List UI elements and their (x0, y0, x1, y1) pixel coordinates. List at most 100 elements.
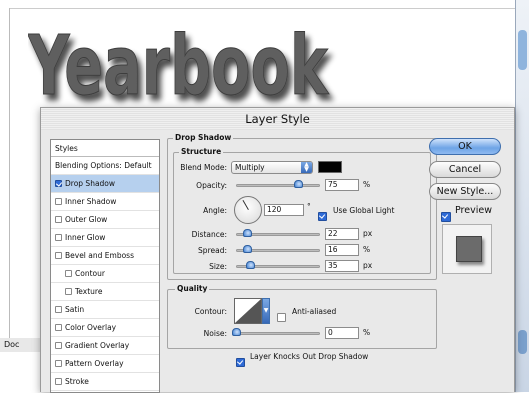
styles-list-item-label: Inner Glow (65, 233, 106, 242)
anti-aliased-label: Anti-aliased (292, 307, 337, 316)
style-enable-checkbox[interactable] (55, 324, 62, 331)
knockout-box[interactable] (236, 358, 245, 367)
shadow-color-swatch[interactable] (318, 161, 342, 173)
anti-aliased-checkbox[interactable] (277, 306, 289, 325)
structure-title: Structure (179, 147, 224, 156)
size-label: Size: (209, 262, 227, 271)
styles-list-rows: Blending Options: Default Drop Shadow Inne… (51, 157, 159, 391)
style-enable-checkbox[interactable] (55, 180, 62, 187)
spread-unit: % (363, 245, 371, 254)
styles-list: Styles Blending Options: Default Drop Sha… (50, 139, 160, 393)
canvas-edge-top (9, 8, 515, 9)
chevron-updown-icon: ▲ ▼ (301, 162, 312, 173)
scroll-thumb-bottom[interactable] (518, 330, 527, 354)
styles-list-item-label: Drop Shadow (65, 179, 116, 188)
styles-list-item[interactable]: Drop Shadow (51, 175, 159, 193)
scroll-thumb-top[interactable] (518, 30, 527, 70)
quality-title: Quality (175, 284, 210, 293)
styles-list-item[interactable]: Inner Shadow (51, 193, 159, 211)
knockout-checkbox[interactable] (236, 351, 248, 370)
preview-label: Preview (455, 205, 492, 216)
styles-list-header[interactable]: Styles (51, 140, 159, 157)
style-enable-checkbox[interactable] (55, 360, 62, 367)
contour-label: Contour: (194, 307, 227, 316)
styles-list-item-label: Outer Glow (65, 215, 108, 224)
styles-list-item[interactable]: Satin (51, 301, 159, 319)
style-enable-checkbox[interactable] (55, 306, 62, 313)
use-global-light-box[interactable] (318, 212, 327, 221)
contour-picker[interactable] (234, 298, 262, 324)
distance-input[interactable]: 22 (325, 228, 359, 240)
styles-list-item[interactable]: Blending Options: Default (51, 157, 159, 175)
size-unit: px (363, 261, 373, 270)
blend-mode-select[interactable]: Multiply ▲ ▼ (231, 161, 313, 174)
noise-slider[interactable] (236, 332, 320, 335)
distance-slider-thumb[interactable] (243, 229, 252, 237)
angle-label: Angle: (203, 206, 227, 215)
styles-list-item[interactable]: Texture (51, 283, 159, 301)
preview-box-check[interactable] (441, 212, 451, 222)
size-slider-thumb[interactable] (246, 261, 255, 269)
document-status-label: Doc (0, 338, 40, 352)
blend-mode-value: Multiply (235, 163, 265, 172)
styles-list-item[interactable]: Contour (51, 265, 159, 283)
opacity-label: Opacity: (196, 181, 227, 190)
opacity-slider[interactable] (236, 184, 320, 187)
opacity-unit: % (363, 180, 371, 189)
noise-input[interactable]: 0 (325, 327, 359, 339)
cancel-button[interactable]: Cancel (429, 161, 501, 178)
right-scrollbar[interactable] (515, 0, 529, 392)
use-global-light-label: Use Global Light (333, 206, 395, 215)
style-enable-checkbox[interactable] (65, 288, 72, 295)
styles-list-item[interactable]: Stroke (51, 373, 159, 391)
styles-list-item-label: Satin (65, 305, 85, 314)
style-enable-checkbox[interactable] (55, 216, 62, 223)
blend-mode-label: Blend Mode: (180, 163, 227, 172)
style-enable-checkbox[interactable] (55, 378, 62, 385)
style-enable-checkbox[interactable] (55, 252, 62, 259)
anti-aliased-box[interactable] (277, 313, 286, 322)
noise-unit: % (363, 328, 371, 337)
ok-button[interactable]: OK (429, 138, 501, 155)
layer-style-dialog: Layer Style Styles Blending Options: Def… (40, 107, 515, 393)
quality-group (167, 289, 437, 349)
styles-list-item[interactable]: Bevel and Emboss (51, 247, 159, 265)
styles-list-item-label: Blending Options: Default (55, 161, 152, 170)
size-input[interactable]: 35 (325, 260, 359, 272)
angle-input[interactable]: 120 (264, 204, 304, 216)
spread-slider-thumb[interactable] (243, 245, 252, 253)
preview-checkbox[interactable] (441, 206, 454, 225)
noise-slider-thumb[interactable] (232, 328, 241, 336)
angle-dial[interactable] (234, 196, 262, 224)
angle-dial-needle (242, 199, 249, 210)
knockout-label: Layer Knocks Out Drop Shadow (250, 352, 369, 361)
styles-list-item-label: Inner Shadow (65, 197, 117, 206)
styles-list-item[interactable]: Outer Glow (51, 211, 159, 229)
style-enable-checkbox[interactable] (55, 198, 62, 205)
spread-input[interactable]: 16 (325, 244, 359, 256)
opacity-slider-thumb[interactable] (294, 180, 303, 188)
styles-list-item-label: Pattern Overlay (65, 359, 124, 368)
distance-label: Distance: (191, 230, 227, 239)
styles-list-item[interactable]: Pattern Overlay (51, 355, 159, 373)
styles-list-item[interactable]: Inner Glow (51, 229, 159, 247)
contour-curve-icon (235, 299, 261, 323)
contour-dropdown-arrow-icon[interactable]: ▼ (262, 298, 270, 324)
dialog-title-bar[interactable]: Layer Style (41, 108, 514, 130)
styles-list-item[interactable]: Color Overlay (51, 319, 159, 337)
styles-list-item[interactable]: Gradient Overlay (51, 337, 159, 355)
use-global-light-checkbox[interactable] (318, 205, 330, 224)
style-enable-checkbox[interactable] (55, 234, 62, 241)
spread-label: Spread: (198, 246, 227, 255)
styles-list-item-label: Stroke (65, 377, 89, 386)
preview-swatch (456, 236, 482, 262)
distance-unit: px (363, 229, 373, 238)
canvas-edge-left (9, 8, 10, 348)
new-style-button[interactable]: New Style... (429, 183, 501, 200)
styles-list-item-label: Contour (75, 269, 105, 278)
headline-text: Yearbook (28, 22, 330, 112)
style-enable-checkbox[interactable] (65, 270, 72, 277)
style-enable-checkbox[interactable] (55, 342, 62, 349)
opacity-input[interactable]: 75 (325, 179, 359, 191)
style-preview-thumbnail (442, 224, 492, 274)
